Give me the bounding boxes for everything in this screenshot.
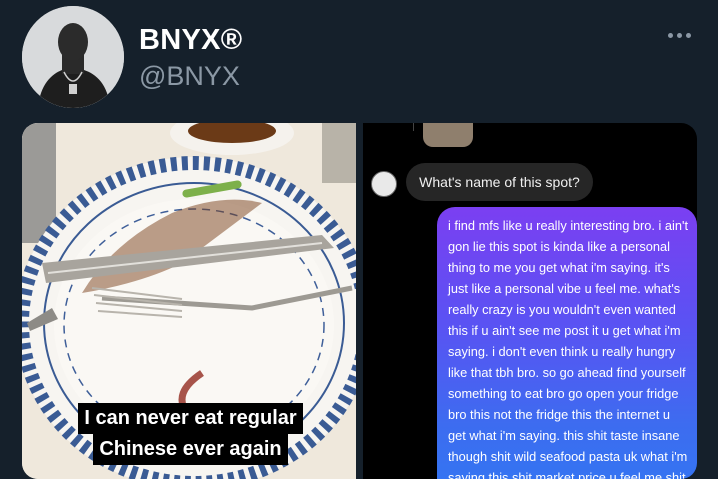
user-handle[interactable]: @BNYX bbox=[139, 61, 240, 92]
tweet-header: BNYX® @BNYX bbox=[0, 0, 718, 118]
photo-plate[interactable]: I can never eat regular Chinese ever aga… bbox=[22, 123, 356, 479]
sent-message: i find mfs like u really interesting bro… bbox=[437, 207, 697, 479]
thread-line bbox=[413, 123, 414, 131]
caption-line-2: Chinese ever again bbox=[93, 434, 288, 465]
avatar-photo bbox=[22, 6, 124, 108]
dm-screenshot[interactable]: What's name of this spot? i find mfs lik… bbox=[363, 123, 697, 479]
profile-avatar[interactable] bbox=[22, 6, 124, 108]
received-message: What's name of this spot? bbox=[406, 163, 593, 201]
sender-avatar bbox=[371, 171, 397, 197]
shared-image-thumbnail bbox=[423, 123, 473, 147]
display-name[interactable]: BNYX® bbox=[139, 24, 242, 57]
tweet-media[interactable]: I can never eat regular Chinese ever aga… bbox=[22, 123, 697, 479]
caption-line-1: I can never eat regular bbox=[78, 403, 303, 434]
photo-caption: I can never eat regular Chinese ever aga… bbox=[63, 403, 318, 465]
more-horizontal-icon[interactable] bbox=[662, 24, 696, 46]
